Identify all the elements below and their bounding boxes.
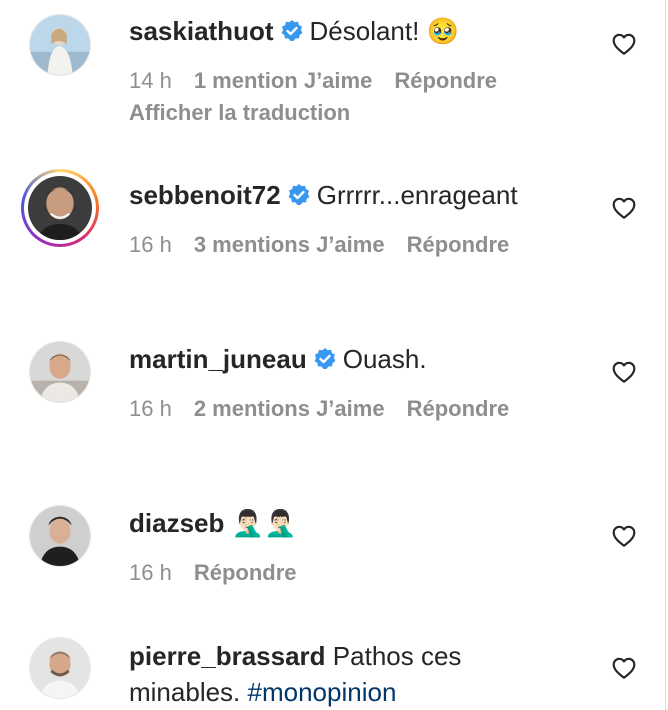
comment-username[interactable]: sebbenoit72 xyxy=(129,180,281,210)
comment-username[interactable]: diazseb xyxy=(129,508,224,538)
reply-button[interactable]: Répondre xyxy=(194,559,297,587)
comment-text: Désolant! xyxy=(309,16,420,46)
comment-timestamp[interactable]: 16 h xyxy=(129,231,172,259)
hashtag-link[interactable]: #monopinion xyxy=(248,677,397,707)
comment-line: minables. #monopinion xyxy=(129,676,396,708)
verified-badge-icon xyxy=(313,346,337,370)
reply-button[interactable]: Répondre xyxy=(394,67,497,95)
comment-meta: 14 h 1 mention J’aime Répondre xyxy=(129,67,497,95)
comment-timestamp[interactable]: 16 h xyxy=(129,559,172,587)
avatar[interactable] xyxy=(29,341,91,403)
comment-line: saskiathuot Désolant! 🥹 xyxy=(129,15,459,48)
heart-outline-icon[interactable] xyxy=(611,31,637,57)
comment-timestamp[interactable]: 16 h xyxy=(129,395,172,423)
comment-line: sebbenoit72 Grrrrr...enrageant xyxy=(129,179,518,211)
comment-username[interactable]: saskiathuot xyxy=(129,16,274,46)
comment-username[interactable]: martin_juneau xyxy=(129,344,307,374)
emoji: 🤦🏻‍♂️🤦🏻‍♂️ xyxy=(231,509,297,539)
comment-text: Grrrrr...enrageant xyxy=(316,180,518,210)
likes-count[interactable]: 1 mention J’aime xyxy=(194,67,373,95)
heart-outline-icon[interactable] xyxy=(611,195,637,221)
comment-meta: 16 h Répondre xyxy=(129,559,297,587)
reply-button[interactable]: Répondre xyxy=(407,231,510,259)
comment-meta: 16 h 2 mentions J’aime Répondre xyxy=(129,395,509,423)
verified-badge-icon xyxy=(287,182,311,206)
comment-timestamp[interactable]: 14 h xyxy=(129,67,172,95)
heart-outline-icon[interactable] xyxy=(611,359,637,385)
avatar[interactable] xyxy=(29,14,91,76)
comment-line: martin_juneau Ouash. xyxy=(129,343,427,375)
avatar[interactable] xyxy=(29,505,91,567)
emoji: 🥹 xyxy=(426,17,459,47)
likes-count[interactable]: 3 mentions J’aime xyxy=(194,231,385,259)
panel-border xyxy=(665,0,666,710)
reply-button[interactable]: Répondre xyxy=(407,395,510,423)
see-translation-button[interactable]: Afficher la traduction xyxy=(129,99,350,127)
avatar[interactable] xyxy=(29,637,91,699)
avatar[interactable] xyxy=(21,169,99,247)
comment-meta: 16 h 3 mentions J’aime Répondre xyxy=(129,231,509,259)
comment-username[interactable]: pierre_brassard xyxy=(129,641,326,671)
comment-text: minables. xyxy=(129,677,241,707)
likes-count[interactable]: 2 mentions J’aime xyxy=(194,395,385,423)
heart-outline-icon[interactable] xyxy=(611,523,637,549)
comment-text: Ouash. xyxy=(342,344,427,374)
verified-badge-icon xyxy=(280,18,304,42)
heart-outline-icon[interactable] xyxy=(611,655,637,681)
comment-line: pierre_brassard Pathos ces xyxy=(129,640,461,672)
comment-text: Pathos ces xyxy=(332,641,462,671)
comment-line: diazseb 🤦🏻‍♂️🤦🏻‍♂️ xyxy=(129,507,296,540)
